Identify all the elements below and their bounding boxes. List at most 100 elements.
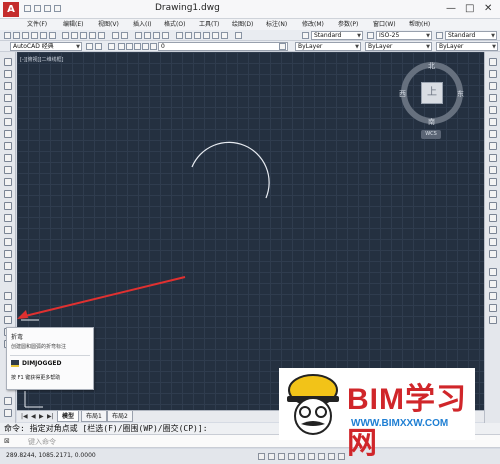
app-logo[interactable]: A — [3, 2, 19, 17]
ortho-mode-icon[interactable] — [278, 453, 285, 460]
move-icon[interactable] — [489, 118, 497, 126]
cut-icon[interactable] — [62, 32, 69, 39]
redo-icon[interactable] — [121, 32, 128, 39]
wcs-menu[interactable]: WCS — [421, 130, 441, 139]
object-snap-icon[interactable] — [298, 453, 305, 460]
menu-window[interactable]: 窗口(W) — [373, 19, 396, 28]
fillet-icon[interactable] — [489, 238, 497, 246]
zoom-window-icon[interactable] — [153, 32, 160, 39]
chamfer-icon[interactable] — [489, 226, 497, 234]
table-style-icon[interactable] — [436, 32, 443, 39]
tolerance-icon[interactable] — [4, 397, 12, 405]
zoom-previous-icon[interactable] — [162, 32, 169, 39]
grid-display-icon[interactable] — [268, 453, 275, 460]
center-mark-icon[interactable] — [4, 409, 12, 417]
stretch-icon[interactable] — [489, 154, 497, 162]
copy-object-icon[interactable] — [489, 70, 497, 78]
menu-file[interactable]: 文件(F) — [27, 19, 47, 28]
dynamic-input-icon[interactable] — [328, 453, 335, 460]
undo-icon[interactable] — [112, 32, 119, 39]
polar-tracking-icon[interactable] — [288, 453, 295, 460]
polyline-icon[interactable] — [4, 82, 12, 90]
dim-edit-icon[interactable] — [489, 292, 497, 300]
gradient-icon[interactable] — [4, 238, 12, 246]
lineweight-toggle-icon[interactable] — [338, 453, 345, 460]
polygon-icon[interactable] — [4, 94, 12, 102]
menu-draw[interactable]: 绘图(D) — [232, 19, 253, 28]
menu-tools[interactable]: 工具(T) — [199, 19, 219, 28]
menu-modify[interactable]: 修改(M) — [302, 19, 324, 28]
menu-format[interactable]: 格式(O) — [164, 19, 185, 28]
break-icon[interactable] — [489, 202, 497, 210]
compass-west[interactable]: 西 — [399, 89, 406, 99]
quick-open-icon[interactable] — [34, 5, 41, 12]
object-snap-tracking-icon[interactable] — [308, 453, 315, 460]
rotate-icon[interactable] — [489, 130, 497, 138]
point-icon[interactable] — [4, 214, 12, 222]
first-layout-button[interactable]: |◀ — [21, 413, 28, 420]
extend-icon[interactable] — [489, 178, 497, 186]
arc-icon[interactable] — [4, 118, 12, 126]
workspace-settings-icon[interactable] — [86, 43, 93, 50]
print-icon[interactable] — [31, 32, 38, 39]
compass-east[interactable]: 东 — [457, 89, 464, 99]
arc-entity[interactable] — [191, 141, 270, 199]
command-customize-icon[interactable]: ⊠ — [4, 437, 10, 445]
menu-view[interactable]: 视图(V) — [98, 19, 119, 28]
explode-icon[interactable] — [489, 250, 497, 258]
linear-dimension-icon[interactable] — [4, 292, 12, 300]
table-icon[interactable] — [4, 262, 12, 270]
hatch-icon[interactable] — [4, 226, 12, 234]
maximize-button[interactable]: □ — [465, 3, 474, 14]
erase-icon[interactable] — [489, 58, 497, 66]
mirror-icon[interactable] — [489, 82, 497, 90]
layer-select[interactable]: 0▼ — [158, 42, 288, 51]
tab-model[interactable]: 模型 — [57, 411, 80, 422]
sheet-set-icon[interactable] — [203, 32, 210, 39]
dynamic-ucs-icon[interactable] — [318, 453, 325, 460]
tab-layout1[interactable]: 布局1 — [81, 411, 107, 422]
compass-north[interactable]: 北 — [428, 61, 435, 71]
dim-style-select[interactable]: ISO-25 ▼ — [376, 31, 432, 40]
join-icon[interactable] — [489, 214, 497, 222]
zoom-realtime-icon[interactable] — [144, 32, 151, 39]
pan-icon[interactable] — [135, 32, 142, 39]
line-icon[interactable] — [4, 58, 12, 66]
make-object-layer-current-icon[interactable] — [279, 43, 286, 50]
menu-parametric[interactable]: 参数(P) — [338, 19, 358, 28]
copy-icon[interactable] — [71, 32, 78, 39]
table-style-select[interactable]: Standard ▼ — [445, 31, 497, 40]
menu-help[interactable]: 帮助(H) — [409, 19, 430, 28]
text-style-icon[interactable] — [302, 32, 309, 39]
help-icon[interactable] — [235, 32, 242, 39]
menu-dimension[interactable]: 标注(N) — [266, 19, 287, 28]
quick-new-icon[interactable] — [24, 5, 31, 12]
multiline-text-icon[interactable] — [4, 274, 12, 282]
publish-icon[interactable] — [49, 32, 56, 39]
layer-lock-icon[interactable] — [134, 43, 141, 50]
color-select[interactable]: ByLayer ▼ — [295, 42, 361, 51]
properties-icon[interactable] — [176, 32, 183, 39]
aligned-dimension-icon[interactable] — [4, 304, 12, 312]
next-layout-button[interactable]: ▶ — [39, 413, 44, 420]
layer-color-icon[interactable] — [142, 43, 149, 50]
save-icon[interactable] — [22, 32, 29, 39]
circle-icon[interactable] — [4, 130, 12, 138]
quick-undo-icon[interactable] — [54, 5, 61, 12]
offset-icon[interactable] — [489, 94, 497, 102]
dim-style-icon[interactable] — [367, 32, 374, 39]
paste-icon[interactable] — [80, 32, 87, 39]
layer-plot-icon[interactable] — [150, 43, 157, 50]
ellipse-arc-icon[interactable] — [4, 178, 12, 186]
construction-line-icon[interactable] — [4, 70, 12, 78]
insert-block-icon[interactable] — [4, 190, 12, 198]
previous-layout-button[interactable]: ◀ — [31, 413, 36, 420]
tab-layout2[interactable]: 布局2 — [107, 411, 133, 422]
viewcube[interactable]: 上 北 南 西 东 — [399, 61, 464, 126]
viewcube-top-face[interactable]: 上 — [421, 82, 443, 104]
dim-text-edit-icon[interactable] — [489, 304, 497, 312]
quick-dimension-icon[interactable] — [489, 316, 497, 324]
open-icon[interactable] — [13, 32, 20, 39]
array-icon[interactable] — [489, 106, 497, 114]
break-at-point-icon[interactable] — [489, 190, 497, 198]
